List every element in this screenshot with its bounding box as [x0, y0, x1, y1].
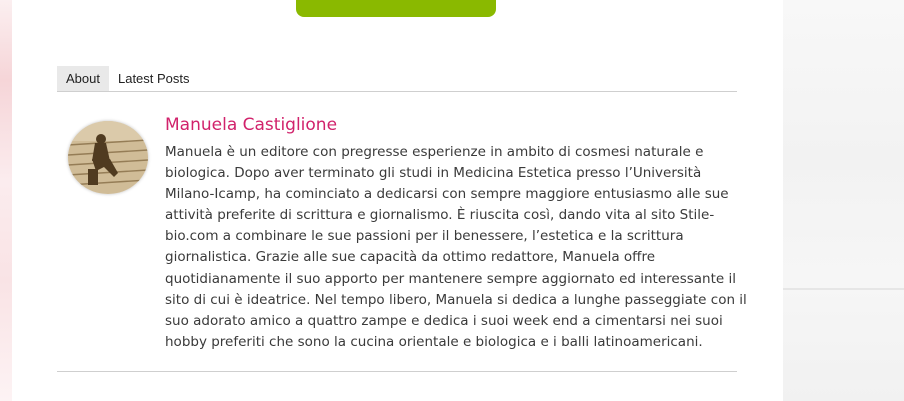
left-background	[0, 0, 12, 401]
right-background	[783, 0, 904, 401]
bio-line: hobby preferiti che sono la cucina orien…	[165, 333, 703, 350]
bio-line: suo adorato amico a quattro zampe e dedi…	[165, 312, 723, 329]
bio-line: attività preferite di scrittura e giorna…	[165, 207, 715, 224]
tab-latest-posts[interactable]: Latest Posts	[109, 66, 199, 91]
bio-line: Milano-Icamp, ha cominciato a dedicarsi …	[165, 186, 729, 203]
bottom-divider	[57, 371, 737, 372]
author-tabs: About Latest Posts	[57, 66, 737, 92]
author-avatar	[68, 121, 148, 194]
bio-line: quotidianamente il suo apporto per mante…	[165, 270, 736, 287]
bio-line: biologica. Dopo aver terminato gli studi…	[165, 165, 702, 182]
tab-about[interactable]: About	[57, 66, 109, 91]
bio-line: sito di cui è ideatrice. Nel tempo liber…	[165, 291, 747, 308]
bio-line: Manuela è un editore con pregresse esper…	[165, 144, 704, 160]
author-bio: Manuela è un editore con pregresse esper…	[165, 142, 747, 353]
author-box-container: About Latest Posts Manuela Castiglione M…	[12, 0, 783, 401]
green-action-button[interactable]	[296, 0, 496, 17]
avatar-photo	[68, 121, 148, 194]
author-name[interactable]: Manuela Castiglione	[165, 113, 337, 137]
bio-line: giornalistica. Grazie alle sue capacità …	[165, 249, 656, 266]
bio-line: bio.com a combinare le sue passioni per …	[165, 228, 684, 245]
